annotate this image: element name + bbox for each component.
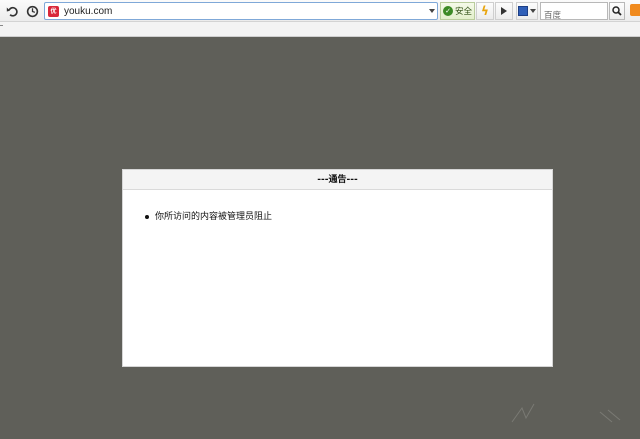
magnifier-icon: [612, 6, 622, 16]
chevron-down-icon: [530, 9, 536, 13]
rss-icon[interactable]: [630, 4, 640, 16]
notice-title: ---通告---: [123, 170, 552, 190]
browser-toolbar: 优 youku.com ✓ 安全 ϟ: [0, 0, 640, 24]
clock-icon[interactable]: [24, 3, 40, 19]
watermark-graphic: [511, 403, 621, 423]
search-box[interactable]: [540, 2, 608, 24]
subbar-divider: [0, 25, 3, 26]
lightning-icon: ϟ: [481, 4, 489, 18]
undo-icon-glyph: [6, 6, 18, 17]
notice-item: 你所访问的内容被管理员阻止: [145, 211, 552, 223]
search-engine-selector[interactable]: [516, 2, 538, 20]
undo-icon[interactable]: [4, 3, 20, 19]
search-button[interactable]: [609, 2, 625, 20]
play-button[interactable]: [495, 2, 513, 20]
play-icon: [501, 7, 507, 15]
notice-panel: ---通告--- 你所访问的内容被管理员阻止: [122, 169, 553, 367]
search-engine-icon: [518, 6, 528, 16]
check-shield-icon: ✓: [443, 6, 453, 16]
address-bar[interactable]: 优 youku.com: [44, 2, 438, 20]
url-text[interactable]: youku.com: [64, 6, 427, 17]
safety-label: 安全: [455, 7, 473, 17]
notice-list: 你所访问的内容被管理员阻止: [145, 211, 552, 223]
toolbar-subbar: [0, 22, 640, 37]
notice-body: 你所访问的内容被管理员阻止: [123, 190, 552, 223]
chevron-down-icon[interactable]: [427, 3, 437, 19]
site-favicon-icon: 优: [48, 5, 59, 17]
lightning-button[interactable]: ϟ: [476, 2, 494, 20]
safety-badge[interactable]: ✓ 安全: [440, 2, 475, 20]
clock-icon-glyph: [26, 5, 38, 17]
